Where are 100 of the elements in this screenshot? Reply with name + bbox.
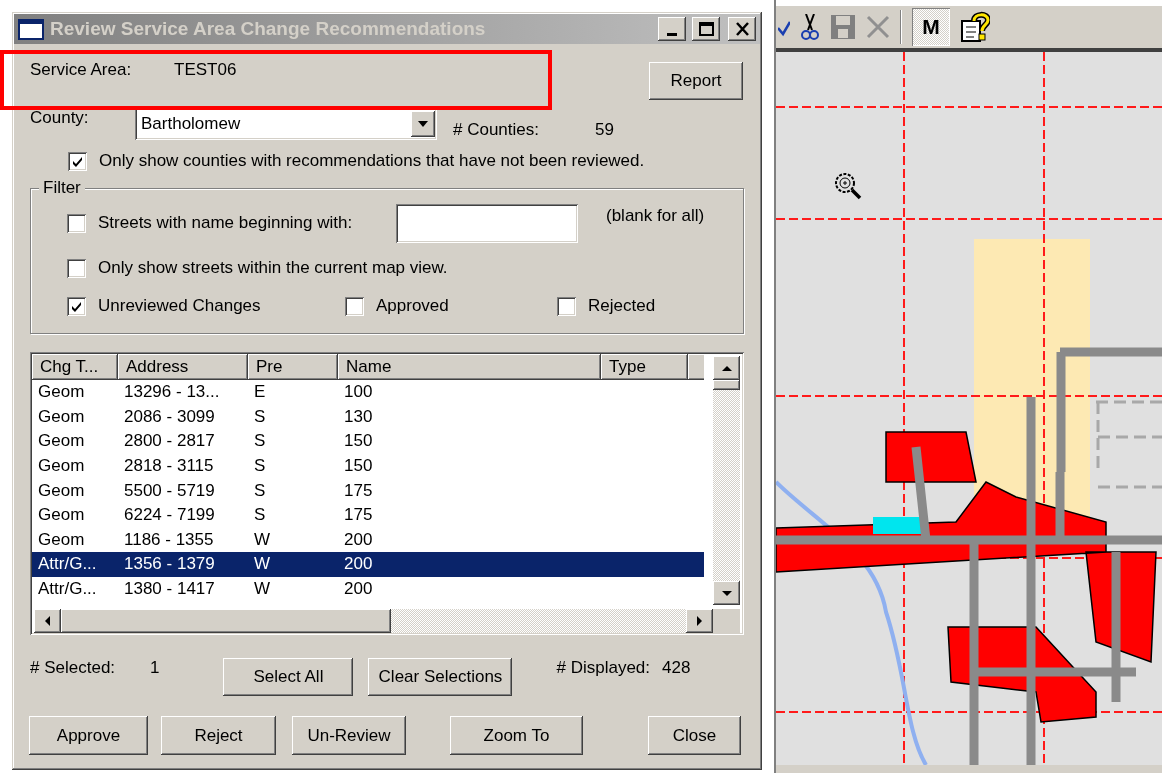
table-cell: 1186 - 1355: [124, 529, 214, 549]
delete-icon: [866, 15, 890, 39]
name-prefix-field[interactable]: [396, 203, 578, 243]
service-area-value: TEST06: [174, 60, 237, 80]
table-cell: Geom: [38, 431, 85, 451]
list-row[interactable]: Geom 2086 - 3099 S 130: [32, 404, 704, 430]
minimize-icon: [667, 32, 677, 36]
table-cell: W: [254, 529, 271, 549]
action-button[interactable]: Zoom To: [450, 716, 583, 755]
checkbox-label: Streets with name beginning with:: [98, 213, 354, 233]
scroll-thumb[interactable]: [61, 609, 391, 633]
table-cell: Attr/G...: [38, 554, 97, 574]
table-cell: 1380 - 1417: [124, 579, 215, 599]
save-icon: [830, 14, 856, 40]
checkbox[interactable]: [67, 296, 86, 316]
list-row[interactable]: Attr/G... 1380 - 1417 W 200: [32, 576, 704, 602]
action-button[interactable]: Un-Review: [292, 716, 406, 755]
checkbox[interactable]: [345, 296, 364, 316]
table-cell: Attr/G...: [38, 579, 97, 599]
close-button[interactable]: [728, 17, 756, 41]
table-cell: Geom: [38, 456, 85, 476]
action-button[interactable]: Reject: [161, 716, 276, 755]
displayed-count-label: # Displayed:: [556, 658, 651, 678]
displayed-count-value: 428: [662, 658, 691, 678]
list-row[interactable]: Geom 1186 - 1355 W 200: [32, 527, 704, 553]
table-cell: Geom: [38, 529, 85, 549]
dropdown-button[interactable]: [411, 111, 435, 137]
table-cell: 200: [344, 579, 373, 599]
horizontal-scrollbar[interactable]: [34, 609, 713, 633]
table-cell: S: [254, 505, 266, 525]
scrollbar-corner: [713, 609, 740, 633]
list-row[interactable]: Geom 6224 - 7199 S 175: [32, 502, 704, 528]
table-cell: 150: [344, 431, 373, 451]
table-cell: 13296 - 13...: [124, 382, 220, 402]
column-header[interactable]: Type: [601, 354, 688, 380]
column-header[interactable]: [688, 354, 704, 380]
maximize-button[interactable]: [692, 17, 720, 41]
selection-button[interactable]: Clear Selections: [368, 658, 513, 696]
checkbox-label: Rejected: [588, 296, 656, 316]
scroll-up-button[interactable]: [713, 356, 740, 380]
county-dropdown[interactable]: Bartholomew: [135, 108, 437, 140]
column-header[interactable]: Address: [118, 354, 248, 380]
report-button[interactable]: Report: [649, 62, 743, 100]
checkbox-label: Approved: [376, 296, 449, 316]
column-header[interactable]: Chg T...: [32, 354, 118, 380]
scroll-down-button[interactable]: [713, 581, 740, 605]
table-cell: W: [254, 579, 271, 599]
vertical-scrollbar[interactable]: [713, 356, 740, 605]
hint-text: (blank for all): [606, 206, 705, 226]
counties-count-label: # Counties:: [453, 120, 540, 140]
action-button[interactable]: Close: [648, 716, 741, 755]
window-icon: [18, 18, 44, 40]
right-arrow-icon: [695, 615, 704, 627]
list-row[interactable]: Attr/G... 1356 - 1379 W 200: [32, 552, 704, 577]
table-cell: 2818 - 3115: [124, 456, 214, 476]
checkbox[interactable]: [68, 151, 87, 171]
counties-count-value: 59: [595, 120, 614, 140]
column-header[interactable]: Pre: [248, 354, 338, 380]
checkbox[interactable]: [67, 213, 86, 233]
selected-count-value: 1: [150, 658, 160, 678]
table-cell: 2086 - 3099: [124, 406, 215, 426]
table-cell: 175: [344, 480, 373, 500]
table-cell: 6224 - 7199: [124, 505, 215, 525]
minimize-button[interactable]: [658, 17, 686, 41]
checkbox[interactable]: [557, 296, 576, 316]
scroll-right-button[interactable]: [686, 609, 713, 633]
table-cell: Geom: [38, 382, 85, 402]
county-label: County:: [30, 108, 90, 128]
list-row[interactable]: Geom 13296 - 13... E 100: [32, 380, 704, 405]
table-cell: W: [254, 554, 271, 574]
table-cell: 130: [344, 406, 373, 426]
service-area-label: Service Area:: [30, 60, 133, 80]
help-icon: [960, 11, 990, 43]
down-arrow-icon: [720, 588, 733, 598]
scroll-thumb[interactable]: [713, 380, 740, 390]
table-cell: 200: [344, 529, 373, 549]
column-header[interactable]: Name: [338, 354, 601, 380]
action-button[interactable]: Approve: [29, 716, 148, 755]
magnifier-icon: [834, 172, 862, 200]
selected-count-label: # Selected:: [30, 658, 117, 678]
scroll-left-button[interactable]: [34, 609, 61, 633]
table-cell: Geom: [38, 505, 85, 525]
table-cell: 200: [344, 554, 373, 574]
list-row[interactable]: Geom 2800 - 2817 S 150: [32, 429, 704, 454]
mode-button[interactable]: M: [912, 8, 950, 46]
maximize-icon: [698, 22, 714, 36]
checkbox-label: Unreviewed Changes: [98, 296, 261, 316]
table-cell: S: [254, 480, 266, 500]
list-row[interactable]: Geom 2818 - 3115 S 150: [32, 453, 704, 479]
table-cell: S: [254, 456, 266, 476]
checkbox[interactable]: [67, 258, 86, 278]
table-cell: 175: [344, 505, 373, 525]
selection-button[interactable]: Select All: [223, 658, 354, 696]
close-icon: [735, 22, 749, 36]
table-cell: 5500 - 5719: [124, 480, 215, 500]
table-cell: S: [254, 406, 266, 426]
list-row[interactable]: Geom 5500 - 5719 S 175: [32, 478, 704, 503]
checkbox-label: Only show counties with recommendations that have not been reviewed.: [99, 151, 645, 171]
table-cell: 1356 - 1379: [124, 554, 215, 574]
table-cell: S: [254, 431, 266, 451]
